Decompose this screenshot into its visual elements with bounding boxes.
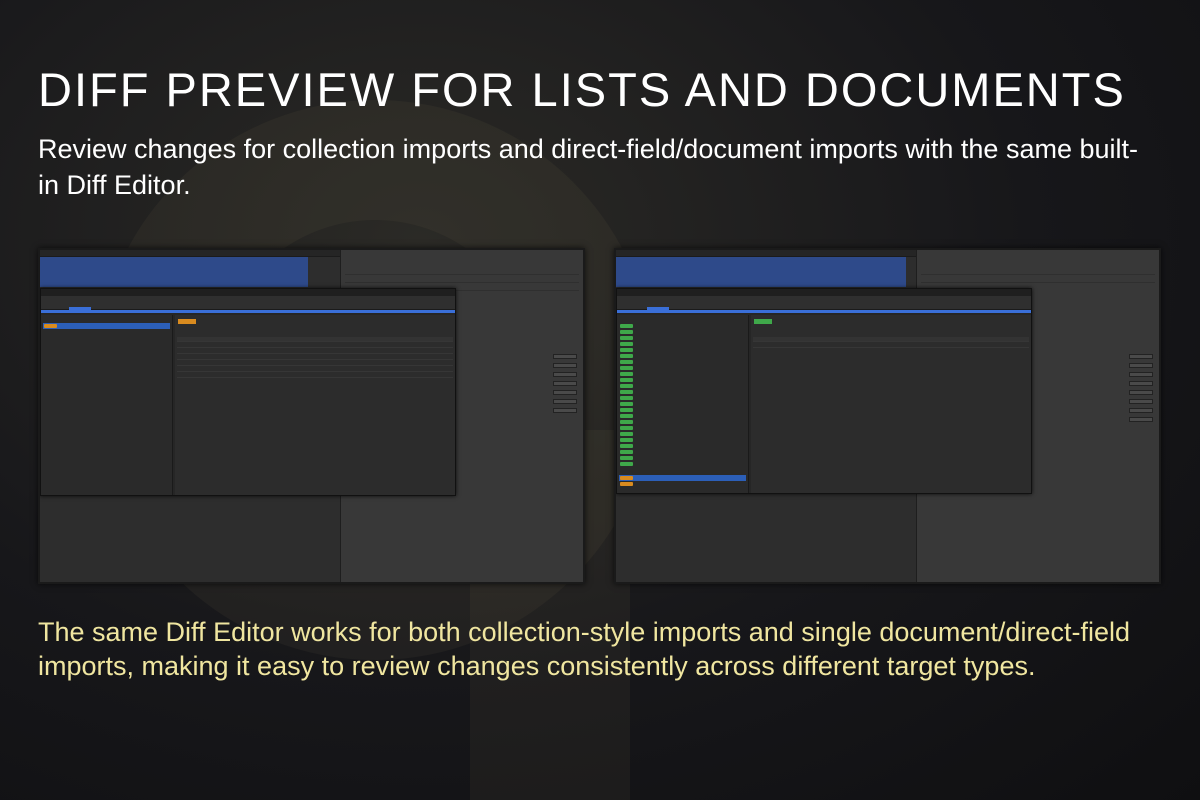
added-badge [620, 372, 633, 376]
inspector-button[interactable] [553, 354, 577, 359]
added-badge [620, 354, 633, 358]
inspector-row [921, 278, 1155, 283]
added-badge [620, 348, 633, 352]
inspector-button[interactable] [553, 408, 577, 413]
table-row [177, 343, 453, 348]
screenshot-collection-diff [614, 248, 1161, 584]
page-subtitle: Review changes for collection imports an… [38, 134, 1138, 200]
table-row [177, 349, 453, 354]
screenshot-document-diff [38, 248, 585, 584]
diff-window-title-bar [41, 289, 455, 296]
inspector-row [345, 278, 579, 283]
added-badge [620, 330, 633, 334]
added-badge [620, 450, 633, 454]
updated-badge [620, 476, 633, 480]
list-item[interactable] [619, 461, 746, 467]
table-row [177, 361, 453, 366]
updated-badge [620, 482, 633, 486]
inspector-button[interactable] [1129, 372, 1153, 377]
inspector-button[interactable] [553, 390, 577, 395]
diff-toolbar [617, 296, 1031, 312]
change-list [617, 315, 749, 493]
inspector-button[interactable] [1129, 408, 1153, 413]
added-badge [620, 324, 633, 328]
added-badge [620, 342, 633, 346]
inspector-button[interactable] [1129, 354, 1153, 359]
updated-badge [178, 319, 196, 324]
inspector-button[interactable] [553, 381, 577, 386]
diff-header-strip [617, 310, 1031, 313]
table-row [177, 355, 453, 360]
diff-header-strip [41, 310, 455, 313]
diff-detail [175, 315, 455, 495]
added-badge [620, 414, 633, 418]
diff-table-header [177, 337, 453, 342]
inspector-button[interactable] [1129, 417, 1153, 422]
table-row [177, 367, 453, 372]
inspector-button[interactable] [1129, 399, 1153, 404]
table-row [177, 373, 453, 378]
inspector-button[interactable] [1129, 363, 1153, 368]
added-badge [620, 462, 633, 466]
page-title: DIFF PREVIEW FOR LISTS AND DOCUMENTS [38, 63, 1126, 116]
added-badge [620, 402, 633, 406]
inspector-button[interactable] [553, 363, 577, 368]
import-diff-window [40, 288, 456, 496]
inspector-row [345, 270, 579, 275]
list-item[interactable] [619, 481, 746, 487]
diff-window-title-bar [617, 289, 1031, 296]
list-item[interactable] [43, 323, 170, 329]
diff-toolbar [41, 296, 455, 312]
updated-badge [44, 324, 57, 328]
page-caption: The same Diff Editor works for both coll… [38, 617, 1130, 681]
added-badge [620, 408, 633, 412]
diff-table-header [753, 337, 1029, 342]
inspector-button[interactable] [1129, 390, 1153, 395]
added-badge [620, 390, 633, 394]
inspector-row [921, 270, 1155, 275]
inspector-button[interactable] [553, 399, 577, 404]
inspector-button[interactable] [1129, 381, 1153, 386]
added-badge [620, 426, 633, 430]
added-badge [620, 366, 633, 370]
scene-view [40, 257, 308, 287]
added-badge [620, 378, 633, 382]
scene-view [616, 257, 906, 287]
added-badge [620, 432, 633, 436]
import-diff-window [616, 288, 1032, 494]
added-badge [620, 396, 633, 400]
added-badge [754, 319, 772, 324]
added-badge [620, 438, 633, 442]
diff-detail [751, 315, 1031, 493]
added-badge [620, 456, 633, 460]
added-badge [620, 360, 633, 364]
inspector-button[interactable] [553, 372, 577, 377]
added-badge [620, 336, 633, 340]
added-badge [620, 420, 633, 424]
added-badge [620, 444, 633, 448]
table-row [753, 343, 1029, 348]
change-list [41, 315, 173, 495]
added-badge [620, 384, 633, 388]
